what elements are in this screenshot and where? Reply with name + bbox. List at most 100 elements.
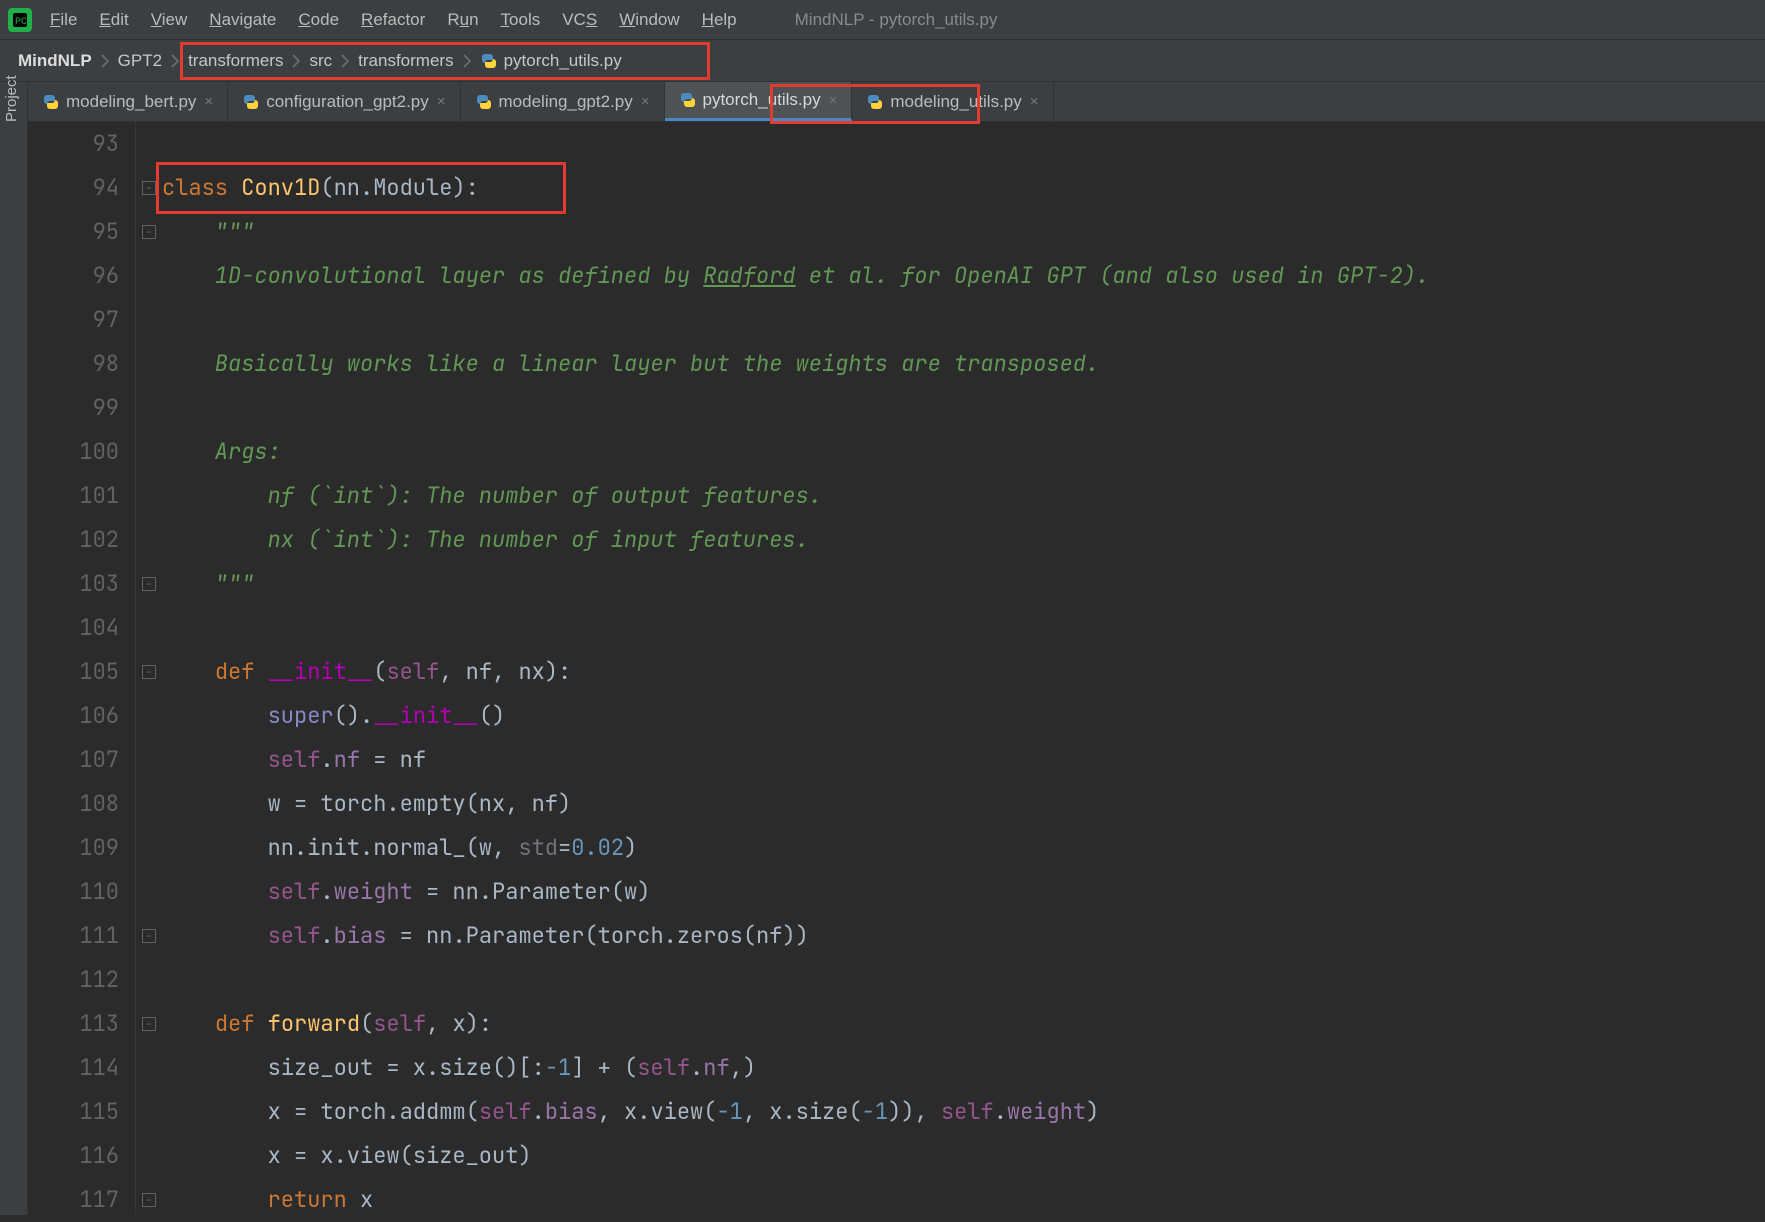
line-number: 108 [28, 782, 119, 826]
breadcrumb-file[interactable]: pytorch_utils.py [474, 49, 628, 73]
code-line[interactable] [162, 386, 1765, 430]
code-line[interactable]: self.weight = nn.Parameter(w) [162, 870, 1765, 914]
python-file-icon [679, 91, 697, 109]
chevron-right-icon [338, 52, 352, 70]
line-number: 113 [28, 1002, 119, 1046]
menu-refactor[interactable]: Refactor [361, 10, 425, 30]
code-line[interactable]: self.nf = nf [162, 738, 1765, 782]
code-line[interactable]: """ [162, 210, 1765, 254]
tab-label: modeling_gpt2.py [499, 92, 633, 112]
editor-tab[interactable]: modeling_bert.py × [28, 82, 228, 121]
tab-label: modeling_utils.py [890, 92, 1021, 112]
close-icon[interactable]: × [829, 92, 838, 109]
window-title: MindNLP - pytorch_utils.py [795, 10, 998, 30]
main-menubar: PC File Edit View Navigate Code Refactor… [0, 0, 1765, 40]
code-line[interactable]: class Conv1D(nn.Module): [162, 166, 1765, 210]
code-line[interactable] [162, 298, 1765, 342]
line-number: 106 [28, 694, 119, 738]
code-line[interactable]: x = torch.addmm(self.bias, x.view(-1, x.… [162, 1090, 1765, 1134]
chevron-right-icon [98, 52, 112, 70]
close-icon[interactable]: × [204, 93, 213, 110]
fold-toggle[interactable]: − [142, 225, 156, 239]
line-number: 102 [28, 518, 119, 562]
line-number: 97 [28, 298, 119, 342]
line-number: 98 [28, 342, 119, 386]
line-number: 117 [28, 1178, 119, 1222]
breadcrumb-root[interactable]: MindNLP [12, 49, 98, 73]
line-number: 99 [28, 386, 119, 430]
line-number: 109 [28, 826, 119, 870]
code-line[interactable]: nn.init.normal_(w, std=0.02) [162, 826, 1765, 870]
breadcrumb-item[interactable]: transformers [182, 49, 289, 73]
breadcrumb-item[interactable]: transformers [352, 49, 459, 73]
breadcrumb-item[interactable]: GPT2 [112, 49, 168, 73]
menu-view[interactable]: View [151, 10, 188, 30]
menu-run[interactable]: Run [447, 10, 478, 30]
svg-text:PC: PC [15, 17, 27, 28]
code-line[interactable]: self.bias = nn.Parameter(torch.zeros(nf)… [162, 914, 1765, 958]
code-line[interactable]: Args: [162, 430, 1765, 474]
code-line[interactable]: def forward(self, x): [162, 1002, 1765, 1046]
tab-label: modeling_bert.py [66, 92, 196, 112]
navigation-bar: MindNLP GPT2 transformers src transforme… [0, 40, 1765, 82]
fold-toggle[interactable]: − [142, 929, 156, 943]
close-icon[interactable]: × [437, 93, 446, 110]
python-file-icon [866, 93, 884, 111]
close-icon[interactable]: × [641, 93, 650, 110]
python-file-icon [480, 52, 498, 70]
code-line[interactable] [162, 122, 1765, 166]
fold-toggle[interactable]: − [142, 577, 156, 591]
python-file-icon [42, 93, 60, 111]
menu-help[interactable]: Help [702, 10, 737, 30]
python-file-icon [242, 93, 260, 111]
code-line[interactable]: nx (`int`): The number of input features… [162, 518, 1765, 562]
code-line[interactable]: size_out = x.size()[:-1] + (self.nf,) [162, 1046, 1765, 1090]
menu-window[interactable]: Window [619, 10, 679, 30]
close-icon[interactable]: × [1030, 93, 1039, 110]
chevron-right-icon [168, 52, 182, 70]
line-number-gutter: 9394959697989910010110210310410510610710… [28, 122, 136, 1215]
line-number: 104 [28, 606, 119, 650]
code-line[interactable]: w = torch.empty(nx, nf) [162, 782, 1765, 826]
fold-toggle[interactable]: − [142, 1017, 156, 1031]
chevron-right-icon [289, 52, 303, 70]
code-line[interactable]: super().__init__() [162, 694, 1765, 738]
editor-tab[interactable]: modeling_utils.py × [852, 82, 1053, 121]
menu-navigate[interactable]: Navigate [209, 10, 276, 30]
project-tool-tab[interactable]: Project [0, 108, 23, 136]
line-number: 115 [28, 1090, 119, 1134]
editor-tabs: modeling_bert.py×configuration_gpt2.py×m… [28, 82, 1765, 122]
line-number: 116 [28, 1134, 119, 1178]
code-line[interactable]: nf (`int`): The number of output feature… [162, 474, 1765, 518]
fold-toggle[interactable]: − [142, 181, 156, 195]
menu-file[interactable]: File [50, 10, 77, 30]
line-number: 112 [28, 958, 119, 1002]
editor-tab[interactable]: modeling_gpt2.py × [461, 82, 665, 121]
menu-code[interactable]: Code [298, 10, 339, 30]
editor-tab[interactable]: pytorch_utils.py× [665, 82, 853, 121]
chevron-right-icon [460, 52, 474, 70]
code-line[interactable]: """ [162, 562, 1765, 606]
python-file-icon [475, 93, 493, 111]
code-line[interactable]: 1D-convolutional layer as defined by Rad… [162, 254, 1765, 298]
menu-tools[interactable]: Tools [501, 10, 541, 30]
fold-toggle[interactable]: − [142, 665, 156, 679]
code-area[interactable]: class Conv1D(nn.Module): """ 1D-convolut… [162, 122, 1765, 1215]
code-line[interactable] [162, 958, 1765, 1002]
menu-vcs[interactable]: VCS [562, 10, 597, 30]
code-line[interactable] [162, 606, 1765, 650]
fold-column: − − − − − − − [136, 122, 162, 1215]
code-editor[interactable]: 9394959697989910010110210310410510610710… [28, 122, 1765, 1215]
fold-toggle[interactable]: − [142, 1193, 156, 1207]
line-number: 110 [28, 870, 119, 914]
editor-tab[interactable]: configuration_gpt2.py × [228, 82, 460, 121]
code-line[interactable]: x = x.view(size_out) [162, 1134, 1765, 1178]
code-line[interactable]: return x [162, 1178, 1765, 1222]
line-number: 93 [28, 122, 119, 166]
menu-edit[interactable]: Edit [99, 10, 128, 30]
breadcrumb-item[interactable]: src [303, 49, 338, 73]
line-number: 94 [28, 166, 119, 210]
code-line[interactable]: def __init__(self, nf, nx): [162, 650, 1765, 694]
code-line[interactable]: Basically works like a linear layer but … [162, 342, 1765, 386]
tab-label: configuration_gpt2.py [266, 92, 429, 112]
